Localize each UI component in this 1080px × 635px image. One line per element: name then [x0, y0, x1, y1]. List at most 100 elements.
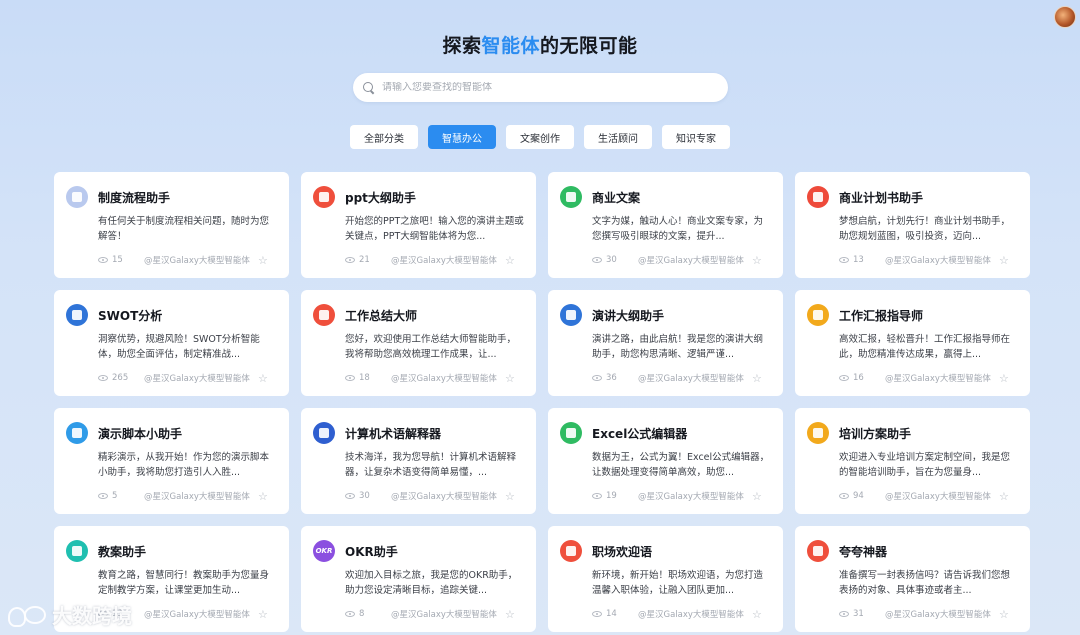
agent-card[interactable]: SWOT分析 洞察优势，规避风险！SWOT分析智能体，助您全面评估，制定精准战..…: [54, 290, 289, 396]
search-input[interactable]: [382, 82, 702, 93]
card-author: @星汉Galaxy大模型智能体: [885, 256, 991, 266]
card-footer: 14 @星汉Galaxy大模型智能体 ☆: [592, 608, 771, 620]
card-footer: 36 @星汉Galaxy大模型智能体 ☆: [592, 372, 771, 384]
card-author: @星汉Galaxy大模型智能体: [885, 492, 991, 502]
card-header: 计算机术语解释器: [313, 422, 524, 444]
agent-card[interactable]: 工作汇报指导师 高效汇报，轻松晋升！工作汇报指导师在此，助您精准传达成果，赢得上.…: [795, 290, 1030, 396]
agent-card[interactable]: OKR OKR助手欢迎加入目标之旅，我是您的OKR助手，助力您设定清晰目标，追踪关…: [301, 526, 536, 632]
card-footer: 31 @星汉Galaxy大模型智能体 ☆: [839, 608, 1018, 620]
card-title: 商业计划书助手: [839, 190, 924, 205]
report-icon: [807, 304, 829, 326]
agent-card[interactable]: 制度流程助手 有任何关于制度流程相关问题，随时为您解答！ 15 @星汉Galaxy大模…: [54, 172, 289, 278]
okr-icon: OKR: [313, 540, 335, 562]
view-count: 18: [359, 373, 370, 383]
card-author: @星汉Galaxy大模型智能体: [638, 256, 744, 266]
thumbs-up-icon: [807, 540, 829, 562]
star-icon[interactable]: ☆: [505, 373, 515, 384]
graduation-icon: [807, 422, 829, 444]
agent-card[interactable]: 职场欢迎语 新环境，新开始！职场欢迎语，为您打造温馨入职体验，让融入团队更加...…: [548, 526, 783, 632]
user-avatar[interactable]: [1054, 6, 1076, 28]
agent-card[interactable]: 工作总结大师 您好，欢迎使用工作总结大师智能助手，我将帮助您高效梳理工作成果，让.…: [301, 290, 536, 396]
tab-0[interactable]: 全部分类: [350, 125, 418, 149]
star-icon[interactable]: ☆: [258, 255, 268, 266]
view-count: 15: [112, 255, 123, 265]
tab-4[interactable]: 知识专家: [662, 125, 730, 149]
star-icon[interactable]: ☆: [752, 609, 762, 620]
agent-card[interactable]: 培训方案助手欢迎进入专业培训方案定制空间，我是您的智能培训助手，旨在为您量身..…: [795, 408, 1030, 514]
star-icon[interactable]: ☆: [999, 373, 1009, 384]
tab-3[interactable]: 生活顾问: [584, 125, 652, 149]
card-header: 职场欢迎语: [560, 540, 771, 562]
agent-card[interactable]: 演讲大纲助手演讲之路，由此启航！我是您的演讲大纲助手，助您构思清晰、逻辑严谨..…: [548, 290, 783, 396]
eye-icon: [839, 375, 849, 381]
eye-icon: [592, 493, 602, 499]
agent-card[interactable]: 演示脚本小助手 精彩演示，从我开始！作为您的演示脚本小助手，我将助您打造引人入胜.…: [54, 408, 289, 514]
agent-card[interactable]: ppt大纲助手 开始您的PPT之旅吧！输入您的演讲主题或关键点，PPT大纲智能体将…: [301, 172, 536, 278]
card-title: 培训方案助手: [839, 426, 912, 441]
star-icon[interactable]: ☆: [258, 373, 268, 384]
card-author: @星汉Galaxy大模型智能体: [144, 492, 250, 502]
eye-icon: [98, 493, 108, 499]
agent-card[interactable]: 计算机术语解释器 技术海洋，我为您导航！计算机术语解释器，让复杂术语变得简单易懂，…: [301, 408, 536, 514]
card-title: 计算机术语解释器: [345, 426, 442, 441]
card-description: 文字为媒，触动人心！商业文案专家，为您撰写吸引眼球的文案，提升...: [592, 216, 764, 242]
ppt-icon: [313, 186, 335, 208]
card-description: 演讲之路，由此启航！我是您的演讲大纲助手，助您构思清晰、逻辑严谨...: [592, 334, 764, 360]
card-footer: 15 @星汉Galaxy大模型智能体 ☆: [98, 254, 277, 266]
card-author: @星汉Galaxy大模型智能体: [391, 374, 497, 384]
star-icon[interactable]: ☆: [752, 373, 762, 384]
star-icon[interactable]: ☆: [258, 491, 268, 502]
view-count: 36: [606, 373, 617, 383]
agent-card[interactable]: 商业计划书助手 梦想启航，计划先行！商业计划书助手，助您规划蓝图，吸引投资，迈向.…: [795, 172, 1030, 278]
star-icon[interactable]: ☆: [999, 491, 1009, 502]
agent-card[interactable]: 夸夸神器 准备撰写一封表扬信吗？请告诉我们您想表扬的对象、具体事迹或者主... 31…: [795, 526, 1030, 632]
agent-card[interactable]: Excel公式编辑器 数据为王，公式为翼！Excel公式编辑器，让数据处理变得简单…: [548, 408, 783, 514]
card-footer: 18 @星汉Galaxy大模型智能体 ☆: [345, 372, 524, 384]
card-footer: 19 @星汉Galaxy大模型智能体 ☆: [592, 490, 771, 502]
robot-icon: [66, 186, 88, 208]
card-header: 演讲大纲助手: [560, 304, 771, 326]
card-description: 欢迎加入目标之旅，我是您的OKR助手，助力您设定清晰目标，追踪关键...: [345, 570, 518, 596]
card-title: 演讲大纲助手: [592, 308, 665, 323]
star-icon[interactable]: ☆: [505, 491, 515, 502]
star-icon[interactable]: ☆: [505, 255, 515, 266]
excel-icon: [560, 422, 582, 444]
chart-icon: [807, 186, 829, 208]
star-icon[interactable]: ☆: [999, 609, 1009, 620]
card-title: Excel公式编辑器: [592, 426, 688, 441]
briefcase-icon: [560, 304, 582, 326]
star-icon[interactable]: ☆: [999, 255, 1009, 266]
card-footer: 30 @星汉Galaxy大模型智能体 ☆: [592, 254, 771, 266]
eye-icon: [839, 493, 849, 499]
eye-icon: [592, 257, 602, 263]
card-title: SWOT分析: [98, 308, 163, 323]
card-footer: 13 @星汉Galaxy大模型智能体 ☆: [839, 254, 1018, 266]
eye-icon: [345, 375, 355, 381]
search-bar[interactable]: [353, 73, 728, 102]
star-icon[interactable]: ☆: [752, 491, 762, 502]
view-count: 21: [359, 255, 370, 265]
view-count: 5: [112, 491, 118, 501]
tab-2[interactable]: 文案创作: [506, 125, 574, 149]
search-icon: [363, 81, 375, 94]
card-header: 演示脚本小助手: [66, 422, 277, 444]
card-footer: 265 @星汉Galaxy大模型智能体 ☆: [98, 372, 277, 384]
card-author: @星汉Galaxy大模型智能体: [638, 610, 744, 620]
agent-card[interactable]: 商业文案 文字为媒，触动人心！商业文案专家，为您撰写吸引眼球的文案，提升... 30…: [548, 172, 783, 278]
card-header: 工作总结大师: [313, 304, 524, 326]
card-description: 教育之路，智慧同行！教案助手为您量身定制教学方案，让课堂更加生动...: [98, 570, 270, 596]
card-header: 培训方案助手: [807, 422, 1018, 444]
card-title: ppt大纲助手: [345, 190, 416, 205]
star-icon[interactable]: ☆: [752, 255, 762, 266]
card-author: @星汉Galaxy大模型智能体: [638, 492, 744, 502]
star-icon[interactable]: ☆: [258, 609, 268, 620]
eye-icon: [839, 611, 849, 617]
card-title: OKR助手: [345, 544, 398, 559]
computer-icon: [313, 422, 335, 444]
card-description: 有任何关于制度流程相关问题，随时为您解答！: [98, 216, 270, 242]
card-description: 欢迎进入专业培训方案定制空间，我是您的智能培训助手，旨在为您量身...: [839, 452, 1011, 478]
tab-1[interactable]: 智慧办公: [428, 125, 496, 149]
star-icon[interactable]: ☆: [505, 609, 515, 620]
target-icon: [66, 304, 88, 326]
card-title: 教案助手: [98, 544, 147, 559]
